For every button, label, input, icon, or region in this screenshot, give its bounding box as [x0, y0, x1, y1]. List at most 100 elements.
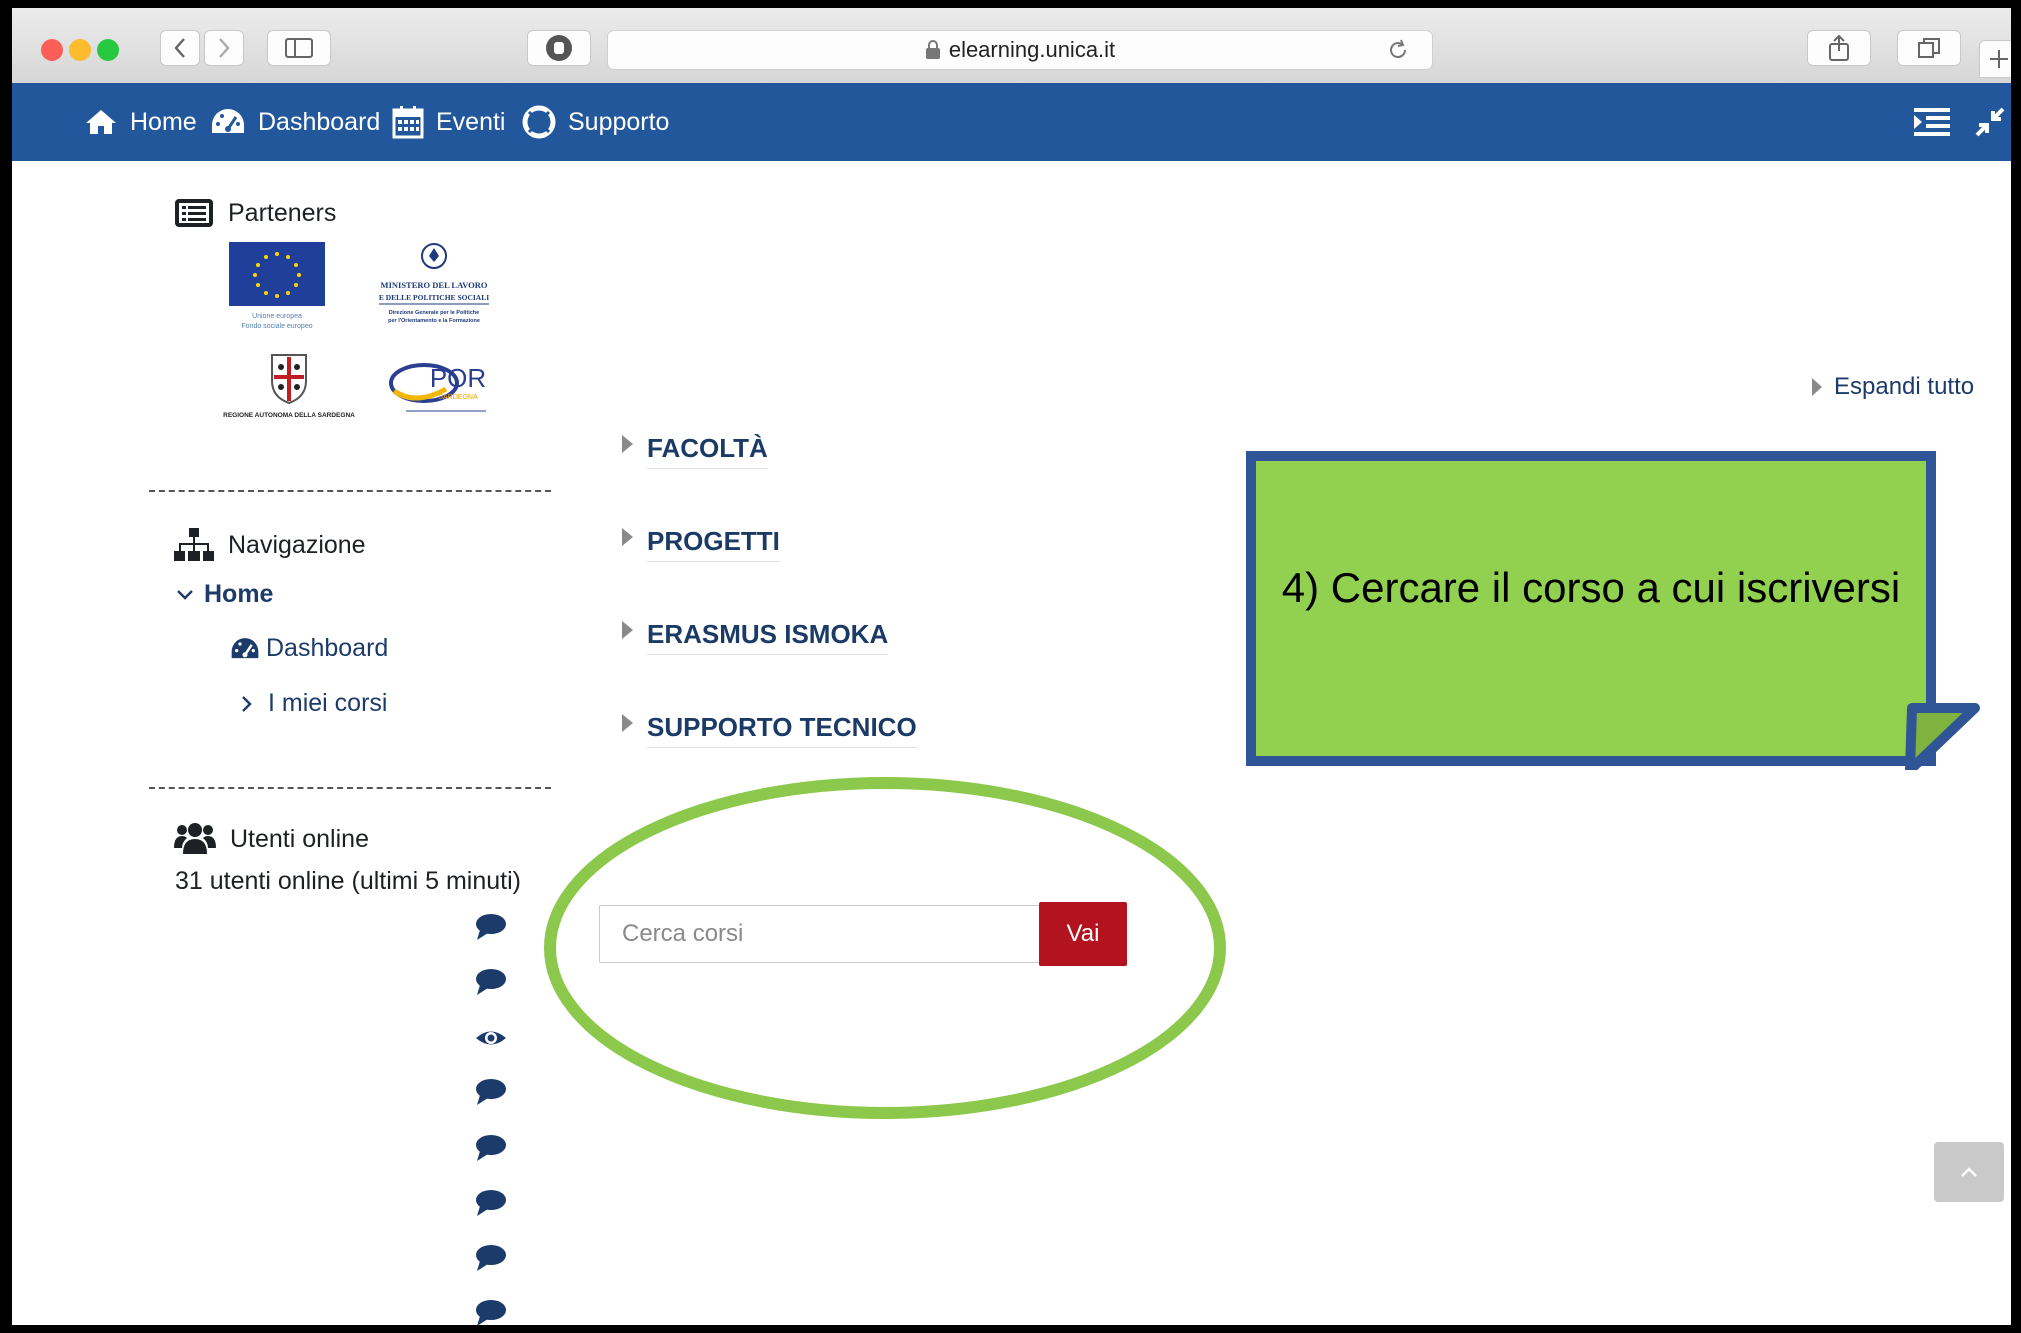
- lifebuoy-icon: [522, 105, 556, 139]
- por-subtext: SARDEGNA: [438, 394, 478, 401]
- regione-sardegna-logo[interactable]: REGIONE AUTONOMA DELLA SARDEGNA: [194, 351, 384, 421]
- search-submit-button[interactable]: Vai: [1039, 902, 1127, 966]
- tree-dashboard[interactable]: Dashboard: [230, 634, 388, 663]
- ministero-logo[interactable]: MINISTERO DEL LAVORO E DELLE POLITICHE S…: [369, 240, 499, 335]
- callout-text: 4) Cercare il corso a cui iscriversi: [1281, 564, 1901, 611]
- zoom-window-button[interactable]: [97, 39, 119, 61]
- dashboard-icon: [212, 109, 244, 133]
- regione-caption: REGIONE AUTONOMA DELLA SARDEGNA: [223, 412, 355, 419]
- nav-home[interactable]: Home: [84, 83, 197, 161]
- chevron-left-icon: [174, 38, 185, 58]
- chevron-right-icon: [219, 38, 230, 58]
- collapse-icon[interactable]: [1975, 107, 2005, 137]
- address-bar[interactable]: elearning.unica.it: [607, 30, 1433, 70]
- home-icon: [86, 110, 116, 134]
- list-alt-icon: [175, 199, 213, 227]
- tree-dashboard-label: Dashboard: [266, 634, 389, 662]
- ministero-line-2: E DELLE POLITICHE SOCIALI: [379, 293, 489, 302]
- forward-button[interactable]: [204, 30, 244, 66]
- category-label: SUPPORTO TECNICO: [647, 712, 917, 748]
- category-item[interactable]: SUPPORTO TECNICO: [622, 712, 917, 748]
- tree-my-courses[interactable]: I miei corsi: [240, 689, 387, 718]
- calendar-icon: [392, 106, 424, 139]
- category-item[interactable]: PROGETTI: [622, 526, 780, 562]
- plus-icon: [1990, 50, 2008, 68]
- privacy-report-button[interactable]: [527, 30, 591, 66]
- message-icon[interactable]: [474, 1133, 508, 1163]
- online-users-block-title: Utenti online: [174, 822, 369, 856]
- por-text: POR: [430, 363, 486, 393]
- message-icon[interactable]: [474, 967, 508, 997]
- nav-support-label: Supporto: [568, 107, 670, 136]
- tab-overview-button[interactable]: [1897, 30, 1961, 66]
- lock-icon: [925, 40, 940, 59]
- close-window-button[interactable]: [41, 39, 63, 61]
- eu-caption-2: Fondo sociale europeo: [241, 323, 312, 330]
- partners-block-title: Parteners: [174, 198, 336, 228]
- caret-right-icon: [622, 435, 633, 453]
- nav-events-label: Eventi: [436, 107, 506, 136]
- back-to-top-button[interactable]: [1934, 1142, 2004, 1202]
- expand-all-label: Espandi tutto: [1834, 373, 1975, 400]
- category-item[interactable]: FACOLTÀ: [622, 433, 768, 469]
- sidebar-divider: [149, 787, 551, 789]
- shield-hand-icon: [546, 35, 572, 61]
- nav-home-label: Home: [130, 107, 197, 136]
- caret-right-icon: [1812, 378, 1822, 396]
- browser-toolbar: elearning.unica.it: [12, 8, 2011, 84]
- back-button[interactable]: [160, 30, 200, 66]
- category-label: ERASMUS ISMOKA: [647, 619, 889, 655]
- nav-support[interactable]: Supporto: [522, 83, 669, 161]
- ministero-line-4: per l'Orientamento e la Formazione: [388, 318, 480, 324]
- message-icon[interactable]: [474, 1243, 508, 1273]
- nav-dashboard[interactable]: Dashboard: [210, 83, 380, 161]
- share-button[interactable]: [1807, 30, 1871, 66]
- caret-right-icon: [622, 714, 633, 732]
- url-text: elearning.unica.it: [948, 37, 1116, 62]
- online-users-summary: 31 utenti online (ultimi 5 minuti): [175, 867, 521, 895]
- site-navbar: Home Dashboard Eventi Supporto: [12, 83, 2011, 161]
- category-label: FACOLTÀ: [647, 433, 768, 469]
- minimize-window-button[interactable]: [69, 39, 91, 61]
- sidebar-divider: [149, 490, 551, 492]
- eye-icon[interactable]: [474, 1023, 508, 1053]
- reload-icon[interactable]: [1386, 38, 1410, 62]
- online-users-title: Utenti online: [230, 824, 369, 853]
- tree-home[interactable]: Home: [176, 580, 273, 609]
- caret-right-icon: [622, 528, 633, 546]
- course-search-input[interactable]: [599, 905, 1051, 963]
- message-icon[interactable]: [474, 1298, 508, 1325]
- nav-dashboard-label: Dashboard: [258, 107, 381, 136]
- por-sardegna-logo[interactable]: POR SARDEGNA: [386, 351, 496, 421]
- share-icon: [1829, 34, 1849, 61]
- sitemap-icon: [174, 528, 214, 561]
- chevron-down-icon: [177, 589, 193, 600]
- ministero-line-3: Direzione Generale per le Politiche: [389, 310, 479, 316]
- sidebar-icon: [285, 38, 313, 58]
- eu-caption-1: Unione europea: [252, 313, 302, 320]
- message-icon[interactable]: [474, 912, 508, 942]
- sidebar-toggle-button[interactable]: [267, 30, 331, 66]
- dashboard-icon: [231, 637, 259, 658]
- caret-right-icon: [622, 621, 633, 639]
- tree-home-label: Home: [204, 580, 274, 608]
- navigation-title: Navigazione: [228, 530, 366, 559]
- category-label: PROGETTI: [647, 526, 780, 562]
- block-menu-icon[interactable]: [1914, 107, 1950, 137]
- message-icon[interactable]: [474, 1188, 508, 1218]
- browser-window: elearning.unica.it Home Dashboard Eventi: [12, 8, 2011, 1325]
- users-icon: [174, 823, 216, 854]
- callout-fold: [1905, 703, 1980, 770]
- tree-my-courses-label: I miei corsi: [268, 689, 388, 717]
- chevron-right-icon: [242, 695, 252, 712]
- category-item[interactable]: ERASMUS ISMOKA: [622, 619, 889, 655]
- navigation-block-title: Navigazione: [174, 528, 366, 562]
- message-icon[interactable]: [474, 1077, 508, 1107]
- ministero-line-1: MINISTERO DEL LAVORO: [381, 280, 488, 290]
- chevron-up-icon: [1961, 1167, 1977, 1177]
- tabs-icon: [1918, 38, 1940, 58]
- new-tab-button[interactable]: [1979, 40, 2011, 78]
- eu-flag-logo[interactable]: Unione europea Fondo sociale europeo: [227, 240, 327, 332]
- nav-events[interactable]: Eventi: [392, 83, 505, 161]
- expand-all-link[interactable]: Espandi tutto: [1812, 373, 1974, 401]
